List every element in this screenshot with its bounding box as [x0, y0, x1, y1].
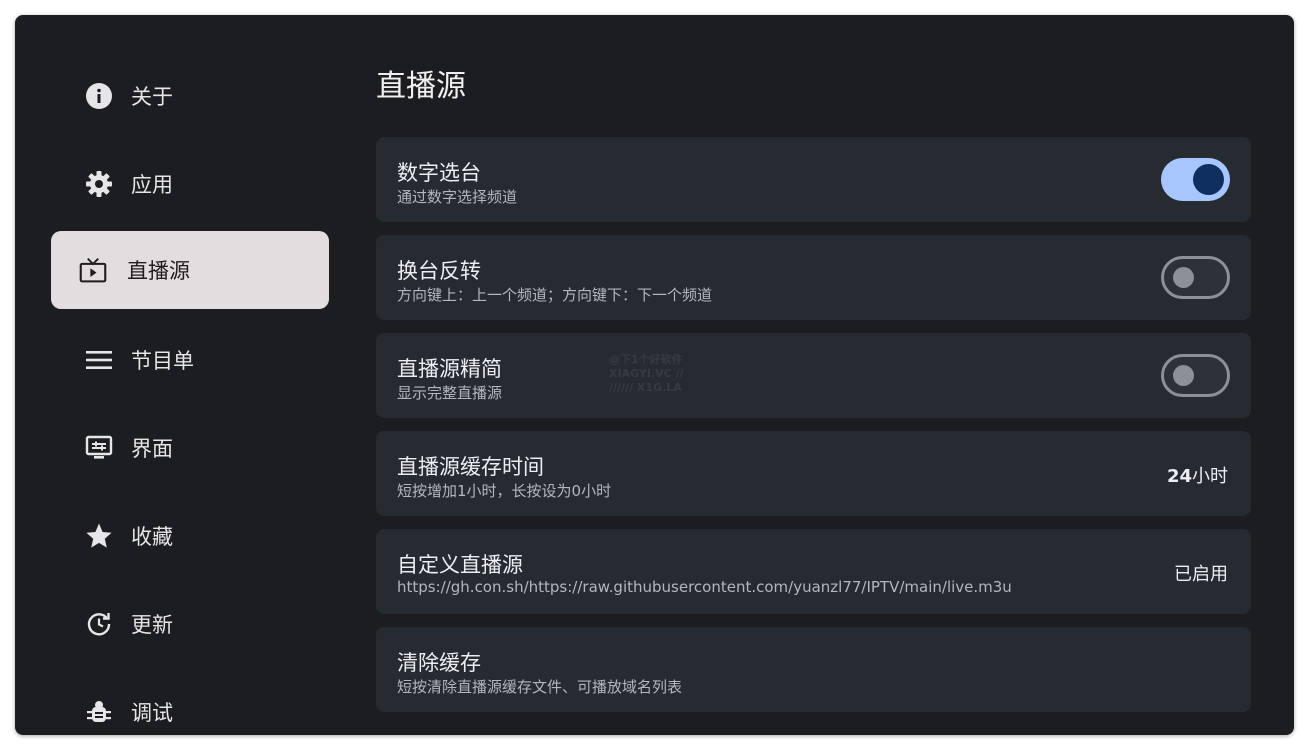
setting-subtitle: 显示完整直播源	[397, 384, 503, 402]
setting-clear-cache[interactable]: 清除缓存 短按清除直播源缓存文件、可播放域名列表	[376, 627, 1251, 712]
setting-cache-time[interactable]: 直播源缓存时间 短按增加1小时，长按设为0小时 24小时	[376, 431, 1251, 516]
sidebar-item-label: 界面	[131, 437, 173, 461]
sidebar-item-label: 调试	[131, 701, 173, 725]
sidebar-item-update[interactable]: 更新	[51, 585, 329, 663]
sidebar-item-label: 应用	[131, 173, 173, 197]
sidebar-item-live-source[interactable]: 直播源	[51, 231, 329, 309]
menu-icon	[85, 346, 113, 374]
setting-subtitle: 短按清除直播源缓存文件、可播放域名列表	[397, 678, 683, 696]
page-title: 直播源	[376, 69, 466, 104]
star-icon	[85, 522, 113, 550]
tv-icon	[79, 256, 107, 284]
setting-subtitle: 通过数字选择频道	[397, 188, 518, 206]
sidebar-item-label: 更新	[131, 613, 173, 637]
update-icon	[85, 610, 113, 638]
setting-source-simplify[interactable]: 直播源精简 显示完整直播源	[376, 333, 1251, 418]
cache-time-value: 24小时	[1167, 462, 1228, 488]
sidebar-item-interface[interactable]: 界面	[51, 409, 329, 487]
sidebar-item-app[interactable]: 应用	[51, 145, 329, 223]
digit-select-toggle[interactable]	[1161, 158, 1230, 201]
bug-icon	[85, 698, 113, 726]
sidebar-item-favorites[interactable]: 收藏	[51, 497, 329, 575]
setting-custom-source[interactable]: 自定义直播源 https://gh.con.sh/https://raw.git…	[376, 529, 1251, 614]
setting-title: 清除缓存	[397, 651, 481, 675]
setting-digit-select[interactable]: 数字选台 通过数字选择频道	[376, 137, 1251, 222]
setting-title: 直播源缓存时间	[397, 455, 544, 479]
sidebar-item-label: 直播源	[127, 259, 190, 283]
app-window: 关于 应用 直播源 节目单 界面 收藏 更新 调试 直播源 数字选台 通过数字选…	[15, 15, 1294, 735]
setting-channel-reverse[interactable]: 换台反转 方向键上：上一个频道；方向键下：下一个频道	[376, 235, 1251, 320]
source-simplify-toggle[interactable]	[1161, 354, 1230, 397]
custom-source-status: 已启用	[1174, 564, 1228, 585]
setting-subtitle: 短按增加1小时，长按设为0小时	[397, 482, 612, 500]
setting-title: 换台反转	[397, 259, 481, 283]
toggle-knob	[1173, 267, 1194, 288]
setting-subtitle: https://gh.con.sh/https://raw.githubuser…	[397, 578, 1012, 596]
toggle-knob	[1193, 164, 1224, 195]
display-settings-icon	[85, 434, 113, 462]
gear-icon	[85, 170, 113, 198]
sidebar-item-label: 关于	[131, 85, 173, 109]
setting-title: 直播源精简	[397, 357, 502, 381]
sidebar-item-debug[interactable]: 调试	[51, 673, 329, 735]
setting-subtitle: 方向键上：上一个频道；方向键下：下一个频道	[397, 286, 713, 304]
cache-time-unit: 小时	[1192, 466, 1228, 487]
sidebar-item-epg[interactable]: 节目单	[51, 321, 329, 399]
channel-reverse-toggle[interactable]	[1161, 256, 1230, 299]
setting-title: 数字选台	[397, 161, 481, 185]
sidebar-item-about[interactable]: 关于	[51, 57, 329, 135]
cache-time-number: 24	[1166, 466, 1192, 487]
sidebar-item-label: 收藏	[131, 525, 173, 549]
setting-title: 自定义直播源	[397, 553, 523, 577]
info-icon	[85, 82, 113, 110]
sidebar-item-label: 节目单	[131, 349, 194, 373]
toggle-knob	[1173, 365, 1194, 386]
